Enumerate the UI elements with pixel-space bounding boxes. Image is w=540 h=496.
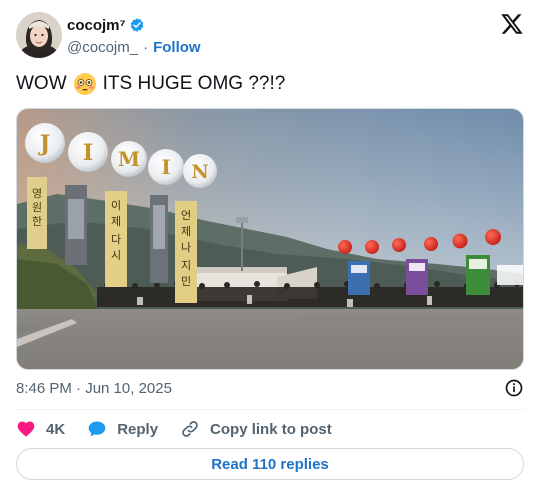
svg-text:민: 민 <box>181 275 191 288</box>
x-logo-icon[interactable] <box>500 12 524 36</box>
author-display-name[interactable]: cocojm⁷ <box>67 17 126 34</box>
link-icon <box>182 421 198 437</box>
author-handle[interactable]: @cocojm_ <box>67 39 138 56</box>
heart-icon <box>17 421 35 437</box>
svg-text:이: 이 <box>111 199 121 212</box>
balloon-letter-n: N <box>191 161 208 183</box>
svg-text:한: 한 <box>32 215 42 228</box>
svg-text:원: 원 <box>32 201 42 214</box>
embedded-post-card: cocojm⁷ @cocojm_ · Follow WOW ITS HUGE O… <box>0 0 540 496</box>
svg-text:영: 영 <box>32 187 42 200</box>
svg-text:다: 다 <box>111 233 121 246</box>
copy-link-label: Copy link to post <box>210 420 332 438</box>
like-count: 4K <box>46 420 66 438</box>
balloon-letter-i: I <box>83 140 93 166</box>
post-text-part-2: ITS HUGE OMG ??!? <box>102 73 286 94</box>
post-text-part-1: WOW <box>16 73 67 94</box>
post-timestamp[interactable]: 8:46 PM · Jun 10, 2025 <box>16 380 172 397</box>
like-button[interactable]: 4K <box>16 419 65 439</box>
flushed-face-emoji-icon <box>73 73 96 95</box>
divider <box>16 409 524 410</box>
follow-button[interactable]: Follow <box>153 39 201 56</box>
svg-text:나: 나 <box>181 241 191 254</box>
speech-bubble-icon <box>88 421 106 437</box>
author-names: cocojm⁷ @cocojm_ · Follow <box>67 15 201 57</box>
post-actions: 4K Reply Copy link to post <box>16 418 354 440</box>
read-replies-button[interactable]: Read 110 replies <box>16 448 524 480</box>
verified-badge-icon <box>130 18 143 32</box>
svg-text:언: 언 <box>181 209 191 222</box>
separator-dot: · <box>143 38 149 56</box>
copy-link-button[interactable]: Copy link to post <box>180 419 332 439</box>
balloon-letter-j: J <box>38 131 50 157</box>
svg-text:제: 제 <box>111 215 121 228</box>
info-icon[interactable] <box>504 378 524 398</box>
reply-button[interactable]: Reply <box>87 419 158 439</box>
post-text: WOW ITS HUGE OMG ??!? <box>16 72 285 96</box>
timestamp-row: 8:46 PM · Jun 10, 2025 <box>16 378 524 398</box>
post-header: cocojm⁷ @cocojm_ · Follow <box>16 12 524 60</box>
svg-text:제: 제 <box>181 225 191 238</box>
balloon-letter-m: M <box>118 147 140 171</box>
avatar[interactable] <box>16 12 62 58</box>
flag-banners <box>348 255 490 295</box>
svg-text:시: 시 <box>111 249 121 262</box>
post-photo[interactable]: 영 원 한 이 제 다 시 언 제 나 지 민 J I M I N <box>16 108 524 370</box>
balloon-letter-i-2: I <box>161 155 170 179</box>
svg-text:지: 지 <box>181 259 191 272</box>
reply-label: Reply <box>117 420 159 438</box>
